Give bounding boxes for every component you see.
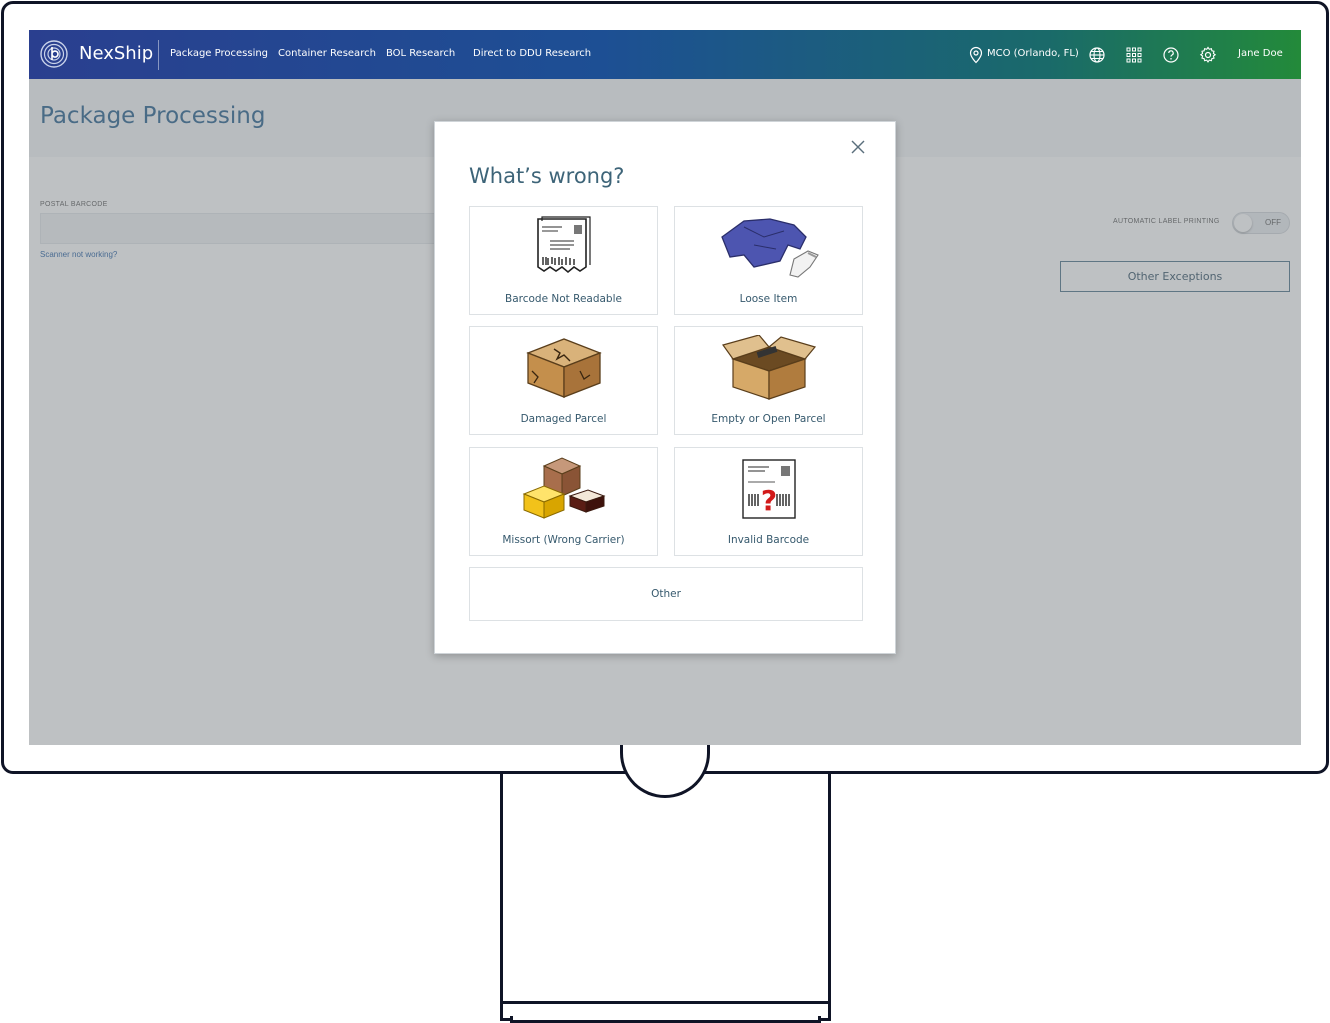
close-icon[interactable] bbox=[847, 136, 869, 158]
apps-grid-icon[interactable] bbox=[1125, 46, 1143, 64]
monitor-stand-foot bbox=[510, 1016, 821, 1023]
option-empty-or-open-parcel[interactable]: Empty or Open Parcel bbox=[674, 326, 863, 435]
torn-label-icon bbox=[536, 216, 591, 274]
monitor-stand-neck bbox=[500, 772, 831, 1004]
location-selector[interactable]: MCO (Orlando, FL) bbox=[987, 48, 1079, 59]
modal-title: What’s wrong? bbox=[469, 164, 625, 188]
option-label: Invalid Barcode bbox=[727, 534, 810, 546]
option-label: Barcode Not Readable bbox=[505, 293, 622, 305]
option-label: Empty or Open Parcel bbox=[711, 413, 826, 425]
open-box-icon bbox=[721, 335, 816, 400]
option-loose-item[interactable]: Loose Item bbox=[674, 206, 863, 315]
damaged-box-icon bbox=[525, 338, 602, 398]
option-invalid-barcode[interactable]: ? Invalid Barcode bbox=[674, 447, 863, 556]
globe-icon[interactable] bbox=[1088, 46, 1106, 64]
location-pin-icon[interactable] bbox=[967, 46, 985, 64]
option-barcode-not-readable[interactable]: Barcode Not Readable bbox=[469, 206, 658, 315]
nexship-logo-icon bbox=[40, 40, 68, 68]
nav-bol-research[interactable]: BOL Research bbox=[386, 48, 455, 59]
nav-container-research[interactable]: Container Research bbox=[278, 48, 376, 59]
help-icon[interactable] bbox=[1162, 46, 1180, 64]
mixed-boxes-icon bbox=[522, 457, 605, 519]
option-label: Loose Item bbox=[739, 293, 798, 305]
top-navigation-bar: NexShip Package Processing Container Res… bbox=[29, 30, 1301, 79]
app-screen: NexShip Package Processing Container Res… bbox=[29, 30, 1301, 745]
brand-divider bbox=[158, 40, 159, 70]
svg-text:?: ? bbox=[760, 484, 776, 517]
option-missort-wrong-carrier[interactable]: Missort (Wrong Carrier) bbox=[469, 447, 658, 556]
nav-direct-to-ddu-research[interactable]: Direct to DDU Research bbox=[473, 48, 591, 59]
whats-wrong-modal: What’s wrong? Barcode Not Readable Loose… bbox=[434, 121, 896, 654]
option-label: Damaged Parcel bbox=[520, 413, 607, 425]
brand-name[interactable]: NexShip bbox=[79, 43, 153, 64]
loose-clothing-icon bbox=[720, 218, 819, 278]
option-other[interactable]: Other bbox=[469, 567, 863, 621]
question-barcode-icon: ? bbox=[741, 459, 796, 519]
option-damaged-parcel[interactable]: Damaged Parcel bbox=[469, 326, 658, 435]
user-menu[interactable]: Jane Doe bbox=[1238, 48, 1283, 59]
settings-gear-icon[interactable] bbox=[1199, 46, 1217, 64]
nav-package-processing[interactable]: Package Processing bbox=[170, 48, 268, 59]
option-label: Missort (Wrong Carrier) bbox=[502, 534, 625, 546]
